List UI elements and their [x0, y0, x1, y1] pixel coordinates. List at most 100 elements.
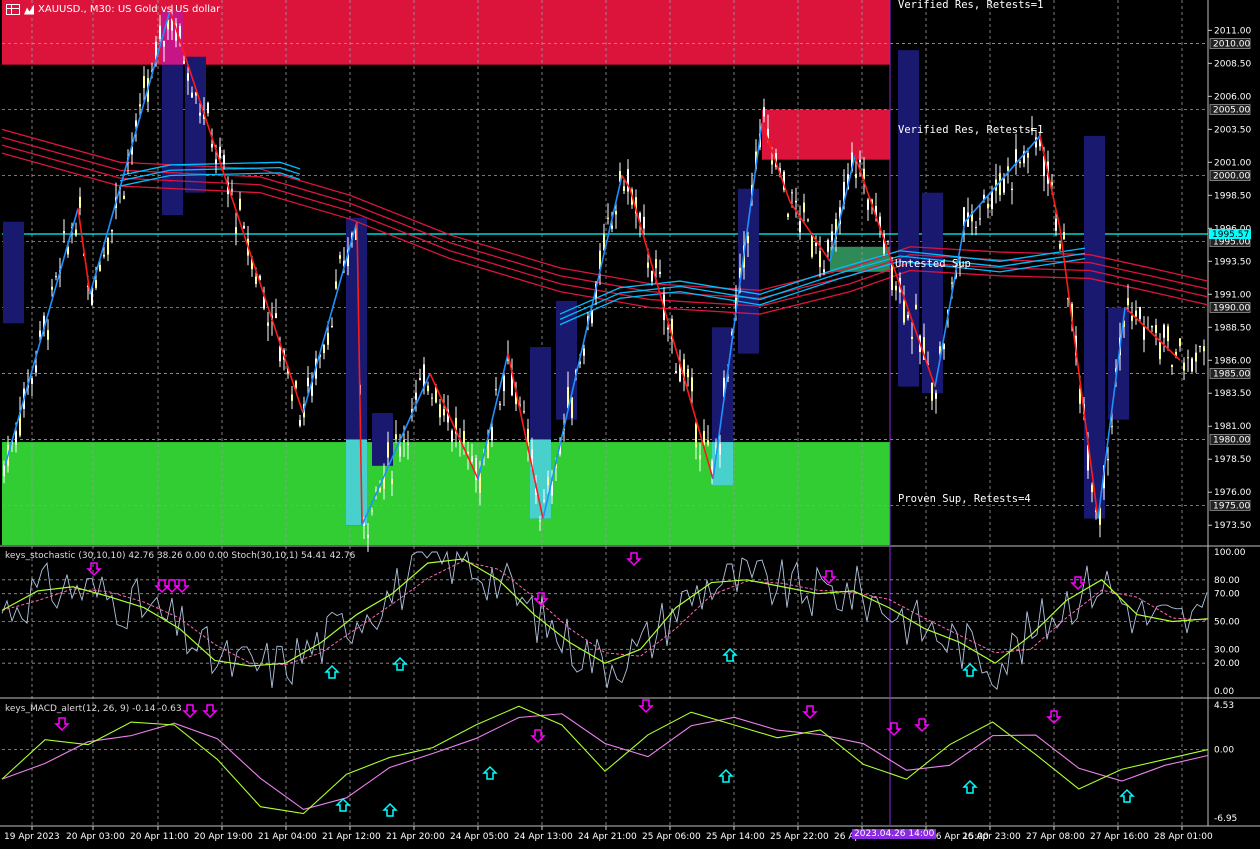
candle-body	[1159, 341, 1161, 360]
candle-body	[583, 348, 585, 356]
fractal-bar-4	[372, 413, 393, 466]
candle-body	[543, 500, 545, 502]
price-label-11: 1983.50	[1214, 389, 1251, 399]
candle-body	[339, 255, 341, 259]
candle-body	[291, 394, 293, 401]
candle-body	[443, 409, 445, 416]
candle-body	[831, 231, 833, 241]
zone-label-verified-res-2: Verified Res, Retests=1	[898, 124, 1044, 136]
candle-body	[499, 403, 501, 405]
price-label-10: 1986.00	[1214, 356, 1251, 366]
candle-body	[55, 276, 57, 278]
candle-body	[907, 314, 909, 319]
level-label-2: 2000.00	[1213, 172, 1250, 182]
candle-body	[675, 371, 677, 373]
candle-body	[859, 159, 861, 163]
candle-body	[651, 270, 653, 282]
candle-body	[63, 231, 65, 233]
candle-body	[1183, 362, 1185, 371]
candle-body	[235, 227, 237, 234]
price-label-14: 1976.00	[1214, 488, 1251, 498]
candle-body	[451, 430, 453, 442]
candle-body	[231, 189, 233, 191]
candle-body	[931, 382, 933, 401]
time-label-12: 25 Apr 22:00	[770, 832, 829, 842]
candle-body	[95, 280, 97, 288]
time-label-6: 21 Apr 20:00	[386, 832, 445, 842]
candle-body	[111, 229, 113, 232]
candle-body	[139, 104, 141, 107]
candle-body	[695, 423, 697, 448]
candle-body	[143, 76, 145, 88]
candle-body	[431, 397, 433, 399]
macd-axis-2: -6.95	[1214, 814, 1237, 824]
candle-body	[571, 397, 573, 418]
candle-body	[187, 73, 189, 81]
time-label-8: 24 Apr 13:00	[514, 832, 573, 842]
level-label-5: 1985.00	[1213, 369, 1250, 379]
candle-body	[471, 456, 473, 462]
time-label-2: 20 Apr 11:00	[130, 832, 189, 842]
time-label-17: 27 Apr 16:00	[1090, 832, 1149, 842]
candle-body	[719, 443, 721, 455]
stoch-axis-2: 70.00	[1214, 590, 1240, 600]
candle-body	[799, 221, 801, 233]
candle-body	[979, 218, 981, 220]
candle-body	[687, 369, 689, 378]
candle-body	[407, 443, 409, 445]
candle-body	[415, 392, 417, 400]
candle-body	[803, 202, 805, 213]
price-label-4: 2001.00	[1214, 158, 1251, 168]
zone-verified-res-2	[762, 109, 890, 160]
stoch-axis-5: 20.00	[1214, 659, 1240, 669]
time-label-3: 20 Apr 19:00	[194, 832, 253, 842]
candle-body	[987, 203, 989, 209]
candle-body	[911, 336, 913, 340]
candle-body	[371, 510, 373, 512]
candle-body	[39, 330, 41, 337]
candle-body	[975, 226, 977, 228]
candle-body	[791, 192, 793, 194]
candle-body	[763, 107, 765, 117]
time-label-5: 21 Apr 12:00	[322, 832, 381, 842]
candle-body	[243, 225, 245, 229]
candle-body	[107, 238, 109, 255]
candle-body	[439, 404, 441, 418]
zone-label-verified-res-1: Verified Res, Retests=1	[898, 0, 1044, 11]
candle-body	[891, 265, 893, 291]
stoch-axis-1: 80.00	[1214, 576, 1240, 586]
grid-icon[interactable]	[6, 4, 20, 15]
candle-body	[1007, 166, 1009, 171]
candle-body	[79, 196, 81, 208]
highlight-bar-0	[346, 439, 367, 526]
candle-body	[1191, 358, 1193, 372]
candle-body	[1171, 364, 1173, 367]
candle-body	[323, 344, 325, 353]
candle-body	[1179, 338, 1181, 347]
candle-body	[823, 269, 825, 273]
time-label-16: 27 Apr 08:00	[1026, 832, 1085, 842]
price-label-1: 2008.50	[1214, 59, 1251, 69]
time-label-15: 26 Apr 23:00	[962, 832, 1021, 842]
candle-body	[615, 210, 617, 215]
price-chart[interactable]: 2011.00 2008.50 2006.00 2003.50 2001.00 1998.…	[0, 0, 1260, 849]
candle-body	[1187, 357, 1189, 359]
level-label-0: 2010.00	[1213, 40, 1250, 50]
chart-type-icon[interactable]	[24, 4, 34, 15]
price-label-15: 1973.50	[1214, 521, 1251, 531]
cursor-time-label: 2023.04.26 14:00	[852, 829, 937, 839]
candle-body	[951, 282, 953, 284]
candle-body	[135, 120, 137, 127]
candle-body	[1011, 188, 1013, 190]
candle-body	[699, 455, 701, 460]
candle-body	[1199, 346, 1201, 348]
candle-body	[895, 285, 897, 291]
candle-body	[207, 102, 209, 114]
candle-body	[47, 330, 49, 340]
candle-body	[295, 381, 297, 389]
candle-body	[219, 146, 221, 159]
price-label-7: 1993.50	[1214, 257, 1251, 267]
candle-body	[15, 431, 17, 445]
candle-body	[335, 281, 337, 289]
candle-body	[523, 411, 525, 413]
